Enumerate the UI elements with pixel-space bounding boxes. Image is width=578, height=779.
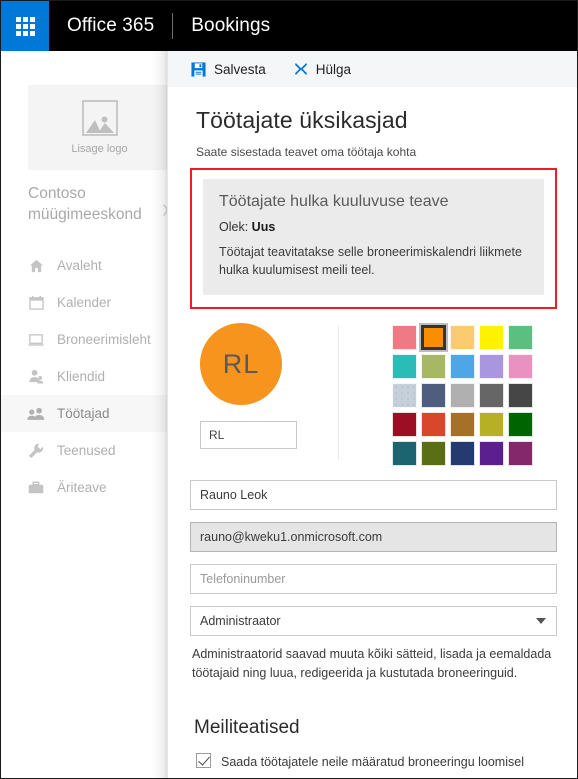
sidebar-item-kalender[interactable]: Kalender (1, 284, 171, 321)
staff-details-panel: Salvesta Hülga Töötajate üksikasjad Saat… (167, 51, 577, 778)
membership-status-label: Olek: (219, 220, 249, 234)
color-swatch[interactable] (450, 383, 475, 409)
avatar-initials: RL (222, 348, 260, 379)
calendar-icon (26, 295, 46, 311)
sidebar-item-label: Teenused (57, 443, 116, 458)
sidebar-item-tootajad[interactable]: Töötajad (1, 395, 171, 432)
email-notification-checkbox-row[interactable]: Saada töötajatele neile määratud broneer… (196, 752, 557, 778)
sidebar-item-ariteave[interactable]: Äriteave (1, 469, 171, 506)
initials-input[interactable] (200, 421, 297, 450)
customer-icon (26, 369, 46, 385)
discard-button[interactable]: Hülga (294, 62, 351, 77)
sidebar-item-label: Avaleht (57, 258, 102, 273)
color-swatch[interactable] (392, 325, 417, 351)
color-swatch[interactable] (450, 354, 475, 380)
color-swatch[interactable] (392, 383, 417, 409)
add-logo-label: Lisage logo (71, 143, 128, 155)
page-title: Töötajate üksikasjad (196, 107, 408, 133)
page-subtitle: Saate sisestada teavet oma töötaja kohta (196, 145, 417, 159)
office-suite-bar: Office 365 Bookings (1, 1, 577, 51)
nav-item-list: Avaleht Kalender Broneerimisleht Kliendi… (1, 247, 171, 506)
color-swatch[interactable] (508, 383, 533, 409)
color-swatch[interactable] (508, 412, 533, 438)
image-placeholder-icon (81, 100, 118, 136)
save-button-label: Salvesta (214, 61, 266, 77)
staff-icon (26, 406, 46, 422)
home-icon (26, 258, 46, 274)
app-window: Office 365 Bookings Lisage logo Contoso … (0, 0, 578, 779)
suite-brand-label[interactable]: Office 365 (49, 15, 154, 37)
name-field[interactable] (190, 480, 557, 511)
color-swatch[interactable] (450, 412, 475, 438)
color-swatch[interactable] (450, 325, 475, 351)
sidebar-item-label: Kliendid (57, 369, 106, 384)
color-swatch[interactable] (479, 412, 504, 438)
sidebar-item-teenused[interactable]: Teenused (1, 432, 171, 469)
color-swatch[interactable] (392, 354, 417, 380)
avatar-column: RL (190, 323, 310, 466)
email-notification-label: Saada töötajatele neile määratud broneer… (221, 754, 524, 778)
color-swatch[interactable] (479, 441, 504, 467)
discard-button-label: Hülga (315, 61, 352, 77)
role-select[interactable] (190, 606, 557, 637)
color-swatch[interactable] (508, 354, 533, 380)
sidebar-item-kliendid[interactable]: Kliendid (1, 358, 171, 395)
membership-card-title: Töötajate hulka kuuluvuse teave (219, 193, 449, 210)
role-help-text: Administraatorid saavad muuta kõiki sätt… (192, 647, 552, 680)
app-name-label[interactable]: Bookings (173, 15, 270, 37)
wrench-icon (26, 443, 46, 459)
color-swatch[interactable] (421, 354, 446, 380)
sidebar-item-label: Töötajad (57, 406, 110, 421)
email-notifications-title: Meiliteatised (194, 716, 300, 738)
color-swatch[interactable] (421, 412, 446, 438)
avatar[interactable]: RL (200, 323, 282, 406)
command-bar: Salvesta Hülga (168, 51, 577, 88)
staff-form: Administraatorid saavad muuta kõiki sätt… (190, 480, 557, 683)
briefcase-icon (26, 480, 46, 496)
color-swatch[interactable] (392, 412, 417, 438)
color-swatch[interactable] (508, 441, 533, 467)
left-navigation: Lisage logo Contoso müügimeeskond ❯ Aval… (1, 51, 171, 778)
sidebar-item-label: Äriteave (57, 480, 107, 495)
color-swatch[interactable] (421, 441, 446, 467)
section-divider (338, 325, 339, 461)
close-x-icon (294, 62, 308, 76)
monitor-icon (26, 332, 46, 348)
color-swatch[interactable] (479, 383, 504, 409)
color-swatch[interactable] (479, 354, 504, 380)
status-badge: Uus (251, 220, 276, 234)
color-swatch[interactable] (392, 441, 417, 467)
save-button[interactable]: Salvesta (191, 62, 266, 77)
sidebar-item-label: Kalender (57, 295, 112, 310)
sidebar-item-label: Broneerimisleht (57, 332, 151, 347)
color-swatch-selected[interactable] (421, 325, 446, 351)
panel-content: Töötajate üksikasjad Saate sisestada tea… (168, 107, 577, 778)
color-swatch[interactable] (450, 441, 475, 467)
email-notification-checkbox[interactable] (196, 752, 211, 768)
phone-field[interactable] (190, 564, 557, 595)
role-select-value[interactable] (190, 606, 557, 637)
email-field[interactable] (190, 522, 557, 553)
save-floppy-icon (191, 61, 206, 77)
sidebar-item-avaleht[interactable]: Avaleht (1, 247, 171, 284)
app-launcher-button[interactable] (1, 1, 49, 51)
organization-name[interactable]: Contoso müügimeeskond (28, 184, 146, 226)
color-swatch[interactable] (508, 325, 533, 351)
membership-info-card: Töötajate hulka kuuluvuse teave Olek: Uu… (203, 179, 544, 296)
highlight-annotation-box: Töötajate hulka kuuluvuse teave Olek: Uu… (190, 168, 557, 310)
add-logo-button[interactable]: Lisage logo (28, 85, 171, 170)
sidebar-item-broneerimisleht[interactable]: Broneerimisleht (1, 321, 171, 358)
avatar-and-palette-row: RL (190, 323, 557, 467)
color-palette (392, 323, 533, 467)
color-swatch[interactable] (479, 325, 504, 351)
membership-status: Olek: Uus (219, 220, 528, 234)
membership-card-description: Töötajat teavitatakse selle broneerimisk… (219, 245, 522, 278)
color-swatch[interactable] (421, 383, 446, 409)
app-launcher-waffle-icon (15, 16, 35, 36)
